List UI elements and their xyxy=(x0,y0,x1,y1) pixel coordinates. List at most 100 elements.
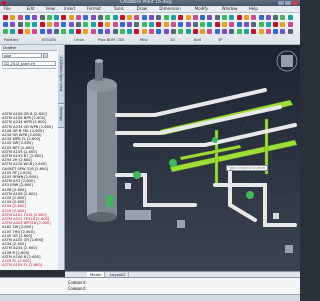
ribbon-tool-icon[interactable] xyxy=(149,15,154,20)
ribbon-tool-icon[interactable] xyxy=(97,15,103,20)
ribbon-tool-icon[interactable] xyxy=(105,22,111,27)
ribbon-tool-icon[interactable] xyxy=(273,22,279,27)
menu-item-modify[interactable]: Modify xyxy=(195,6,208,12)
ribbon-tool-icon[interactable] xyxy=(17,29,23,34)
command-prompt[interactable]: Command: xyxy=(68,286,87,291)
ribbon-tool-icon[interactable] xyxy=(10,29,16,34)
ribbon-tool-icon[interactable] xyxy=(32,15,38,20)
ribbon-tool-icon[interactable] xyxy=(24,15,30,20)
ribbon-tool-icon[interactable] xyxy=(251,15,257,20)
menu-item-format[interactable]: Format xyxy=(87,6,101,12)
ribbon-tool-icon[interactable] xyxy=(32,29,38,34)
ribbon-tool-icon[interactable] xyxy=(214,15,220,20)
ribbon-tool-icon[interactable] xyxy=(46,22,52,27)
ribbon-tool-icon[interactable] xyxy=(127,22,133,27)
ribbon-tool-icon[interactable] xyxy=(156,15,162,20)
ribbon-tool-icon[interactable] xyxy=(54,29,60,34)
menu-item-dimension[interactable]: Dimension xyxy=(159,6,180,12)
ribbon-tool-icon[interactable] xyxy=(83,15,89,20)
ribbon-tool-icon[interactable] xyxy=(163,29,169,34)
ribbon-tool-icon[interactable] xyxy=(127,15,133,20)
ribbon-tool-icon[interactable] xyxy=(10,15,16,20)
ribbon-tool-icon[interactable] xyxy=(141,29,147,34)
spec-selector[interactable]: pipe xyxy=(2,53,42,58)
ribbon-tool-icon[interactable] xyxy=(61,29,67,34)
keyword-search-input[interactable] xyxy=(226,165,268,171)
ribbon-tool-icon[interactable] xyxy=(76,22,81,27)
ribbon-tool-icon[interactable] xyxy=(119,22,125,27)
ribbon-tool-icon[interactable] xyxy=(149,29,154,34)
ribbon-tool-icon[interactable] xyxy=(156,29,162,34)
ribbon-tool-icon[interactable] xyxy=(185,29,191,34)
tab-spec-view[interactable]: CADWorx Spec View xyxy=(58,55,64,104)
ribbon-tool-icon[interactable] xyxy=(229,15,235,20)
ribbon-tool-icon[interactable] xyxy=(3,15,8,20)
ribbon-tool-icon[interactable] xyxy=(3,29,8,34)
ribbon-tool-icon[interactable] xyxy=(112,29,118,34)
ribbon-tool-icon[interactable] xyxy=(134,22,140,27)
ribbon-tool-icon[interactable] xyxy=(222,29,227,34)
ribbon-tool-icon[interactable] xyxy=(170,22,176,27)
ribbon-tool-icon[interactable] xyxy=(32,22,38,27)
close-button[interactable] xyxy=(292,1,298,5)
ribbon-tool-icon[interactable] xyxy=(97,22,103,27)
ribbon-tool-icon[interactable] xyxy=(251,29,257,34)
ribbon-tool-icon[interactable] xyxy=(54,22,60,27)
ribbon-tool-icon[interactable] xyxy=(243,15,249,20)
app-logo-icon[interactable] xyxy=(2,1,6,5)
ribbon-tool-icon[interactable] xyxy=(24,22,30,27)
ribbon-tool-icon[interactable] xyxy=(163,15,169,20)
ribbon-tool-icon[interactable] xyxy=(105,15,111,20)
ribbon-tool-icon[interactable] xyxy=(207,29,213,34)
ribbon-tool-icon[interactable] xyxy=(170,29,176,34)
model-viewport[interactable] xyxy=(64,45,301,272)
ribbon-tool-icon[interactable] xyxy=(112,22,118,27)
tab-settings[interactable]: Settings xyxy=(58,105,64,128)
ribbon-tool-icon[interactable] xyxy=(273,29,279,34)
ribbon-tool-icon[interactable] xyxy=(192,22,198,27)
spec-list-item[interactable]: ASTM A105 FL [2-600] xyxy=(2,263,42,268)
ribbon-tool-icon[interactable] xyxy=(178,29,184,34)
ribbon-tool-icon[interactable] xyxy=(265,29,271,34)
ribbon-tool-icon[interactable] xyxy=(46,29,52,34)
ribbon-tool-icon[interactable] xyxy=(105,29,111,34)
ribbon-tool-icon[interactable] xyxy=(39,22,45,27)
menu-item-tools[interactable]: Tools xyxy=(114,6,124,12)
ribbon-tool-icon[interactable] xyxy=(229,22,235,27)
ribbon-tool-icon[interactable] xyxy=(178,22,184,27)
ribbon-tool-icon[interactable] xyxy=(273,15,279,20)
ribbon-tool-icon[interactable] xyxy=(119,15,125,20)
ribbon-tool-icon[interactable] xyxy=(258,29,264,34)
ribbon-tool-icon[interactable] xyxy=(200,15,206,20)
ribbon-tool-icon[interactable] xyxy=(90,29,96,34)
menu-item-edit[interactable]: Edit xyxy=(27,6,35,12)
ribbon-tool-icon[interactable] xyxy=(265,15,271,20)
ribbon-tool-icon[interactable] xyxy=(17,22,23,27)
ribbon-tool-icon[interactable] xyxy=(214,22,220,27)
menu-item-draw[interactable]: Draw xyxy=(137,6,147,12)
ribbon-tool-icon[interactable] xyxy=(236,22,242,27)
maximize-button[interactable] xyxy=(285,1,291,5)
ribbon-tool-icon[interactable] xyxy=(76,15,81,20)
ribbon-tool-icon[interactable] xyxy=(68,15,74,20)
ribbon-tool-icon[interactable] xyxy=(141,22,147,27)
ribbon-tool-icon[interactable] xyxy=(207,22,213,27)
ribbon-tool-icon[interactable] xyxy=(185,22,191,27)
ribbon-tool-icon[interactable] xyxy=(251,22,257,27)
ribbon-tool-icon[interactable] xyxy=(134,29,140,34)
ribbon-tool-icon[interactable] xyxy=(156,22,162,27)
ribbon-tool-icon[interactable] xyxy=(287,22,293,27)
ribbon-tool-icon[interactable] xyxy=(119,29,125,34)
ribbon-tool-icon[interactable] xyxy=(200,29,206,34)
ribbon-tool-icon[interactable] xyxy=(214,29,220,34)
ribbon-tool-icon[interactable] xyxy=(222,22,227,27)
menu-item-file[interactable]: File xyxy=(4,6,11,12)
ribbon-tool-icon[interactable] xyxy=(236,15,242,20)
ribbon-tool-icon[interactable] xyxy=(236,29,242,34)
pipe-runs[interactable] xyxy=(115,88,297,227)
ribbon-tool-icon[interactable] xyxy=(90,15,96,20)
ribbon-tool-icon[interactable] xyxy=(39,29,45,34)
ribbon-tool-icon[interactable] xyxy=(61,22,67,27)
ribbon-tool-icon[interactable] xyxy=(134,15,140,20)
spec-dropdown-icon[interactable] xyxy=(43,53,48,58)
